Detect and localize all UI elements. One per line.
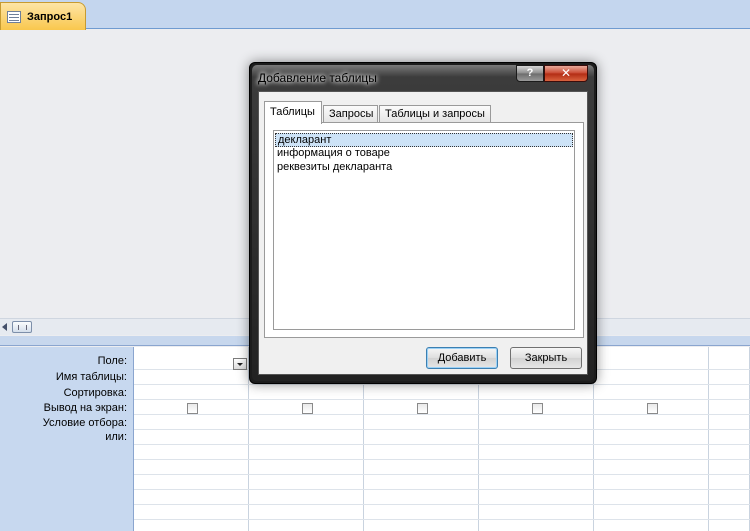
tab-tables-and-queries[interactable]: Таблицы и запросы <box>379 105 491 123</box>
grid-row-line <box>134 519 750 520</box>
row-label-show: Вывод на экран: <box>43 402 127 414</box>
grid-row-line <box>134 459 750 460</box>
scroll-thumb[interactable] <box>12 321 32 333</box>
grid-row-line <box>134 474 750 475</box>
grid-row-line <box>134 414 750 415</box>
show-checkbox[interactable] <box>302 403 313 414</box>
row-labels-panel: Поле: Имя таблицы: Сортировка: Вывод на … <box>0 347 134 531</box>
row-label-sort: Сортировка: <box>63 387 127 399</box>
tab-panel: декларант информация о товаре реквезиты … <box>264 122 584 338</box>
query-icon <box>7 10 21 23</box>
row-label-field: Поле: <box>97 355 127 367</box>
row-label-criteria: Условие отбора: <box>42 417 127 429</box>
list-item[interactable]: реквезиты декларанта <box>275 161 573 175</box>
tables-listbox[interactable]: декларант информация о товаре реквезиты … <box>273 130 575 330</box>
document-tab-query1[interactable]: Запрос1 <box>0 2 86 30</box>
show-checkbox[interactable] <box>532 403 543 414</box>
grid-row-line <box>134 399 750 400</box>
help-button[interactable]: ? <box>516 65 544 82</box>
close-button[interactable]: Закрыть <box>510 347 582 369</box>
show-checkbox[interactable] <box>187 403 198 414</box>
scroll-left-icon[interactable] <box>2 323 7 331</box>
grid-row-line <box>134 384 750 385</box>
show-checkbox[interactable] <box>417 403 428 414</box>
tab-tables[interactable]: Таблицы <box>264 101 322 124</box>
grid-row-line <box>134 429 750 430</box>
row-label-or: или: <box>105 431 127 443</box>
show-checkbox[interactable] <box>647 403 658 414</box>
field-dropdown-icon[interactable] <box>233 358 247 370</box>
dialog-title: Добавление таблицы <box>258 71 377 85</box>
list-item[interactable]: информация о товаре <box>275 147 573 161</box>
list-item[interactable]: декларант <box>275 133 573 147</box>
document-tab-label: Запрос1 <box>27 10 73 23</box>
grid-row-line <box>134 489 750 490</box>
add-table-dialog: Добавление таблицы ? ✕ Таблицы Запросы Т… <box>249 62 597 384</box>
grid-row-line <box>134 504 750 505</box>
tab-queries[interactable]: Запросы <box>323 105 378 123</box>
document-tab-bar: Запрос1 <box>0 0 750 30</box>
add-button[interactable]: Добавить <box>426 347 498 369</box>
row-label-table: Имя таблицы: <box>55 371 127 383</box>
grid-row-line <box>134 444 750 445</box>
close-icon[interactable]: ✕ <box>544 65 588 82</box>
dialog-content: Таблицы Запросы Таблицы и запросы деклар… <box>258 91 588 375</box>
